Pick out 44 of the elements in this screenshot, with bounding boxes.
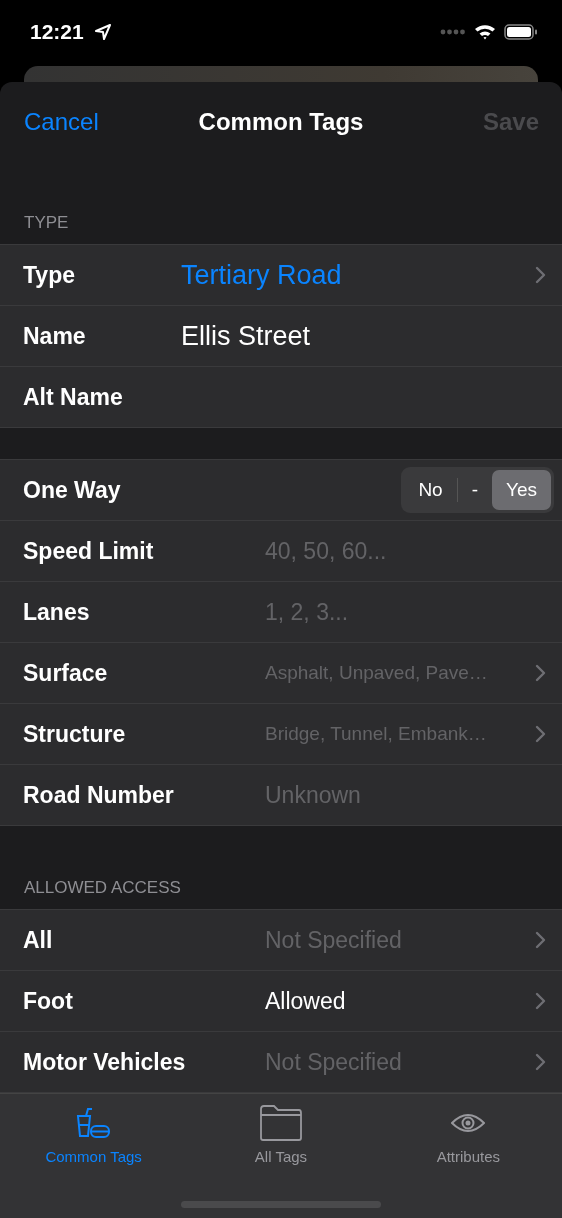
row-label: Surface <box>23 659 109 687</box>
chevron-icon <box>535 1053 546 1071</box>
chevron-icon <box>535 931 546 949</box>
row-placeholder[interactable]: Bridge, Tunnel, Embank… <box>265 723 487 745</box>
text-field[interactable]: 40, 50, 60... <box>265 534 546 568</box>
tab-bar-item[interactable]: Common Tags <box>0 1102 188 1170</box>
row-label: Lanes <box>23 598 91 626</box>
battery-icon <box>504 24 538 40</box>
tab-bar-item[interactable]: All Tags <box>187 1102 375 1170</box>
row-label: Road Number <box>23 781 175 809</box>
signal-icon <box>440 29 466 35</box>
row-label: One Way <box>23 476 122 504</box>
chevron-icon <box>535 725 546 743</box>
row-label: Alt Name <box>23 383 124 411</box>
folder-icon <box>259 1104 303 1142</box>
segment-option[interactable]: Yes <box>492 470 551 510</box>
status-time: 12:21 <box>30 20 84 44</box>
text-field[interactable]: Unknown <box>265 778 546 812</box>
sheet-title: Common Tags <box>198 107 364 136</box>
cancel-button[interactable]: Cancel <box>24 107 99 136</box>
row-label: Speed Limit <box>23 537 155 565</box>
row-placeholder[interactable]: Asphalt, Unpaved, Pave… <box>265 662 488 684</box>
row-placeholder[interactable]: Not Specified <box>265 926 402 954</box>
row-label: Name <box>23 322 87 350</box>
row-label: Structure <box>23 720 127 748</box>
row-label: Type <box>23 261 76 289</box>
text-field[interactable]: 1, 2, 3... <box>265 595 546 629</box>
chevron-icon <box>535 992 546 1010</box>
segment-option[interactable]: No <box>404 470 457 510</box>
row-value[interactable]: Tertiary Road <box>181 259 342 291</box>
row-label: Foot <box>23 987 74 1015</box>
chevron-icon <box>535 664 546 682</box>
row-label: All <box>23 926 54 954</box>
location-arrow-icon <box>93 23 112 41</box>
segment-option[interactable]: - <box>457 470 492 510</box>
row-placeholder[interactable]: Not Specified <box>265 1048 402 1076</box>
chevron-icon <box>535 266 546 284</box>
section-header: TYPE <box>23 213 70 234</box>
wifi-icon <box>474 24 496 40</box>
tab-bar-item[interactable]: Attributes <box>374 1102 562 1170</box>
section-header: ALLOWED ACCESS <box>23 878 182 899</box>
text-field[interactable]: Ellis Street <box>181 319 546 353</box>
row-label: Motor Vehicles <box>23 1048 187 1076</box>
row-value[interactable]: Allowed <box>265 987 346 1015</box>
